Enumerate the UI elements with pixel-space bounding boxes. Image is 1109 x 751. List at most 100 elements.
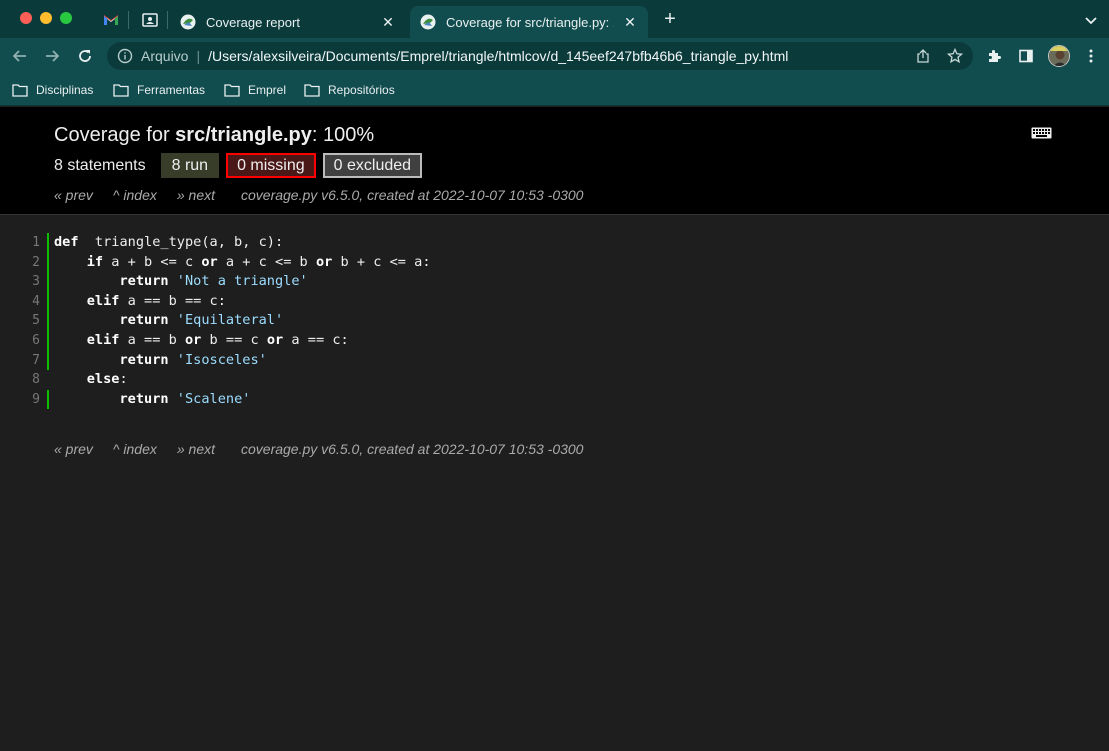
reload-button[interactable]	[75, 46, 95, 66]
bookmark-folder-ferramentas[interactable]: Ferramentas	[113, 80, 205, 100]
code-token: a + b <= c	[103, 253, 202, 270]
line-code: def triangle_type(a, b, c):	[47, 233, 283, 253]
line-number[interactable]: 7	[0, 351, 40, 371]
page-title: Coverage for src/triangle.py: 100%	[54, 124, 374, 147]
tab-coverage-triangle[interactable]: Coverage for src/triangle.py: 100% ✕	[410, 6, 648, 38]
source-line: 5 return 'Equilateral'	[0, 311, 1109, 331]
title-prefix: Coverage for	[54, 124, 176, 146]
source-code: 1 def triangle_type(a, b, c): 2 if a + b <…	[0, 233, 1109, 410]
side-panel-button[interactable]	[1017, 47, 1035, 65]
line-number[interactable]: 1	[0, 233, 40, 253]
code-token: b == c	[201, 331, 267, 348]
bookmark-label: Repositórios	[328, 83, 395, 97]
prev-link[interactable]: « prev	[54, 441, 93, 457]
folder-icon	[12, 84, 28, 97]
line-number[interactable]: 8	[0, 370, 40, 390]
line-number[interactable]: 2	[0, 253, 40, 273]
keyword-token: or	[184, 331, 202, 348]
index-link[interactable]: ^ index	[113, 187, 157, 203]
share-icon[interactable]	[915, 48, 931, 64]
contacts-icon	[142, 13, 158, 27]
keyword-token: or	[315, 253, 333, 270]
code-token: :	[119, 371, 128, 388]
bookmark-folder-disciplinas[interactable]: Disciplinas	[12, 80, 93, 100]
keyboard-icon[interactable]	[1031, 127, 1052, 139]
code-token: a == b	[119, 331, 185, 348]
index-link[interactable]: ^ index	[113, 441, 157, 457]
source-line: 9 return 'Scalene'	[0, 389, 1109, 410]
missing-filter-button[interactable]: 0 missing	[226, 153, 316, 178]
tab-coverage-report[interactable]: Coverage report ✕	[170, 6, 406, 38]
address-bar[interactable]: Arquivo | /Users/alexsilveira/Documents/…	[107, 42, 973, 70]
profile-avatar[interactable]	[1048, 45, 1070, 67]
tab-close-icon[interactable]: ✕	[622, 14, 638, 30]
line-code: return 'Equilateral'	[47, 311, 283, 331]
source-line: 2 if a + b <= c or a + c <= b or b + c <…	[0, 252, 1109, 273]
tab-close-icon[interactable]: ✕	[380, 14, 396, 30]
more-menu-icon	[1089, 49, 1093, 63]
keyword-token: or	[266, 331, 284, 348]
code-token: b + c <= a:	[332, 253, 431, 270]
tab-strip: Coverage report ✕ Coverage for src/trian…	[0, 0, 1109, 38]
tab-search-chevron-icon[interactable]	[1083, 12, 1099, 28]
line-code: elif a == b or b == c or a == c:	[47, 330, 349, 351]
source-line: 4 elif a == b == c:	[0, 291, 1109, 312]
line-number[interactable]: 9	[0, 390, 40, 410]
string-token: 'Equilateral'	[176, 312, 284, 329]
keyword-token: return	[119, 351, 169, 368]
new-tab-button[interactable]: +	[660, 9, 680, 31]
star-icon[interactable]	[947, 48, 963, 64]
line-code: return 'Scalene'	[47, 389, 250, 410]
line-number[interactable]: 4	[0, 292, 40, 312]
browser-toolbar: Arquivo | /Users/alexsilveira/Documents/…	[0, 38, 1109, 74]
line-number[interactable]: 3	[0, 272, 40, 292]
next-link[interactable]: » next	[177, 187, 215, 203]
bookmark-folder-emprel[interactable]: Emprel	[224, 80, 286, 100]
more-menu-button[interactable]	[1082, 47, 1100, 65]
source-line: 3 return 'Not a triangle'	[0, 272, 1109, 292]
header-nav: « prev ^ index » next coverage.py v6.5.0…	[54, 187, 603, 203]
line-code: elif a == b == c:	[47, 291, 226, 312]
side-panel-icon	[1019, 49, 1033, 63]
bookmark-folder-repositorios[interactable]: Repositórios	[304, 80, 395, 100]
avatar-image	[1049, 46, 1069, 66]
pinned-tab-gmail[interactable]	[100, 9, 122, 31]
pinned-tab-contacts[interactable]	[139, 9, 161, 31]
coverage-stats: 8 statements 8 run 0 missing 0 excluded	[54, 153, 429, 178]
tab-title: Coverage report	[206, 14, 300, 30]
window-zoom-button[interactable]	[60, 12, 72, 24]
forward-button[interactable]	[42, 46, 62, 66]
title-percent: : 100%	[311, 124, 375, 146]
folder-icon	[304, 84, 320, 97]
line-code: else:	[47, 370, 128, 390]
site-info-icon[interactable]	[117, 48, 133, 64]
window-minimize-button[interactable]	[40, 12, 52, 24]
keyword-token: def	[54, 234, 79, 250]
string-token: 'Not a triangle'	[176, 273, 308, 290]
code-token: a == b == c:	[119, 292, 226, 309]
next-link[interactable]: » next	[177, 441, 215, 457]
back-button[interactable]	[10, 46, 30, 66]
title-file: src/triangle.py	[175, 124, 312, 146]
line-number[interactable]: 6	[0, 331, 40, 351]
address-url[interactable]: /Users/alexsilveira/Documents/Emprel/tri…	[208, 48, 788, 64]
run-filter-button[interactable]: 8 run	[160, 153, 220, 178]
folder-icon	[113, 84, 129, 97]
gmail-icon	[104, 15, 118, 25]
excluded-filter-button[interactable]: 0 excluded	[322, 153, 423, 178]
keyword-token: return	[119, 273, 169, 290]
line-number[interactable]: 5	[0, 311, 40, 331]
window-close-button[interactable]	[20, 12, 32, 24]
extensions-button[interactable]	[985, 47, 1003, 65]
generated-info: coverage.py v6.5.0, created at 2022-10-0…	[241, 187, 584, 203]
coverage-page: Coverage for src/triangle.py: 100% 8 sta…	[0, 107, 1109, 751]
tab-separator	[128, 11, 129, 29]
prev-link[interactable]: « prev	[54, 187, 93, 203]
line-code: return 'Isosceles'	[47, 350, 267, 371]
